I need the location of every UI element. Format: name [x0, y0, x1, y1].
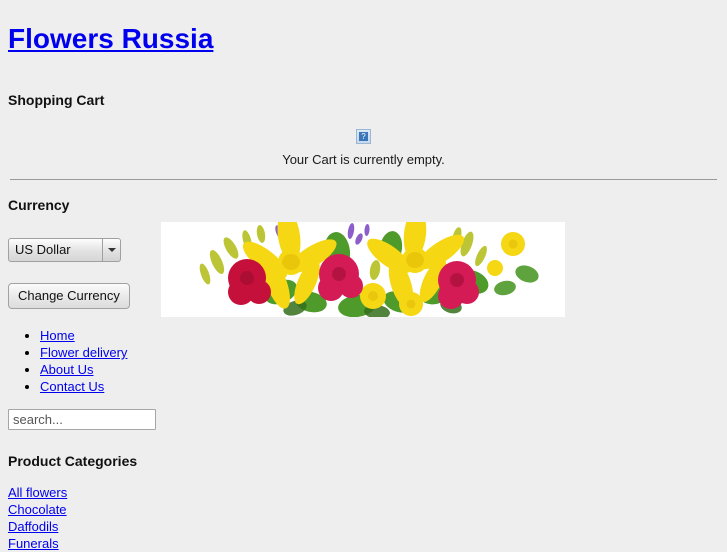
- shopping-cart-block: ? Your Cart is currently empty.: [8, 108, 719, 167]
- list-item: All flowers: [8, 484, 719, 501]
- broken-image-glyph: ?: [359, 132, 368, 142]
- nav-link-flower-delivery[interactable]: Flower delivery: [40, 345, 127, 360]
- page-root: Flowers Russia Shopping Cart ? Your Cart…: [0, 0, 727, 551]
- site-title-link[interactable]: Flowers Russia: [8, 23, 213, 54]
- chevron-down-icon[interactable]: [103, 238, 121, 263]
- list-item: Funerals: [8, 535, 719, 552]
- list-item: Daffodils: [8, 518, 719, 535]
- bouquet-banner-image: [161, 222, 565, 317]
- category-link-daffodils[interactable]: Daffodils: [8, 519, 58, 534]
- currency-select-value[interactable]: US Dollar: [8, 238, 103, 263]
- nav-link-home[interactable]: Home: [40, 328, 75, 343]
- category-link-all-flowers[interactable]: All flowers: [8, 485, 67, 500]
- main-navigation: Home Flower delivery About Us Contact Us: [8, 309, 719, 395]
- nav-link-contact-us[interactable]: Contact Us: [40, 379, 104, 394]
- search-input[interactable]: [8, 409, 156, 431]
- broken-image-icon: ?: [356, 129, 371, 145]
- currency-select[interactable]: US Dollar: [8, 238, 121, 263]
- nav-item: Home: [40, 327, 719, 344]
- shopping-cart-heading: Shopping Cart: [8, 92, 105, 108]
- list-item: Chocolate: [8, 501, 719, 518]
- nav-link-about-us[interactable]: About Us: [40, 362, 93, 377]
- cart-empty-message: Your Cart is currently empty.: [282, 152, 445, 168]
- product-categories-heading: Product Categories: [8, 453, 138, 470]
- nav-item: About Us: [40, 361, 719, 378]
- nav-item: Flower delivery: [40, 344, 719, 361]
- category-link-funerals[interactable]: Funerals: [8, 536, 59, 551]
- search-block: [8, 395, 719, 431]
- nav-item: Contact Us: [40, 378, 719, 395]
- category-link-chocolate[interactable]: Chocolate: [8, 502, 67, 517]
- page-title: Flowers Russia: [8, 0, 719, 56]
- chevron-down-glyph: [107, 248, 116, 253]
- currency-heading: Currency: [8, 197, 70, 214]
- product-categories-list: All flowers Chocolate Daffodils Funerals: [8, 469, 719, 552]
- change-currency-button[interactable]: Change Currency: [8, 283, 130, 310]
